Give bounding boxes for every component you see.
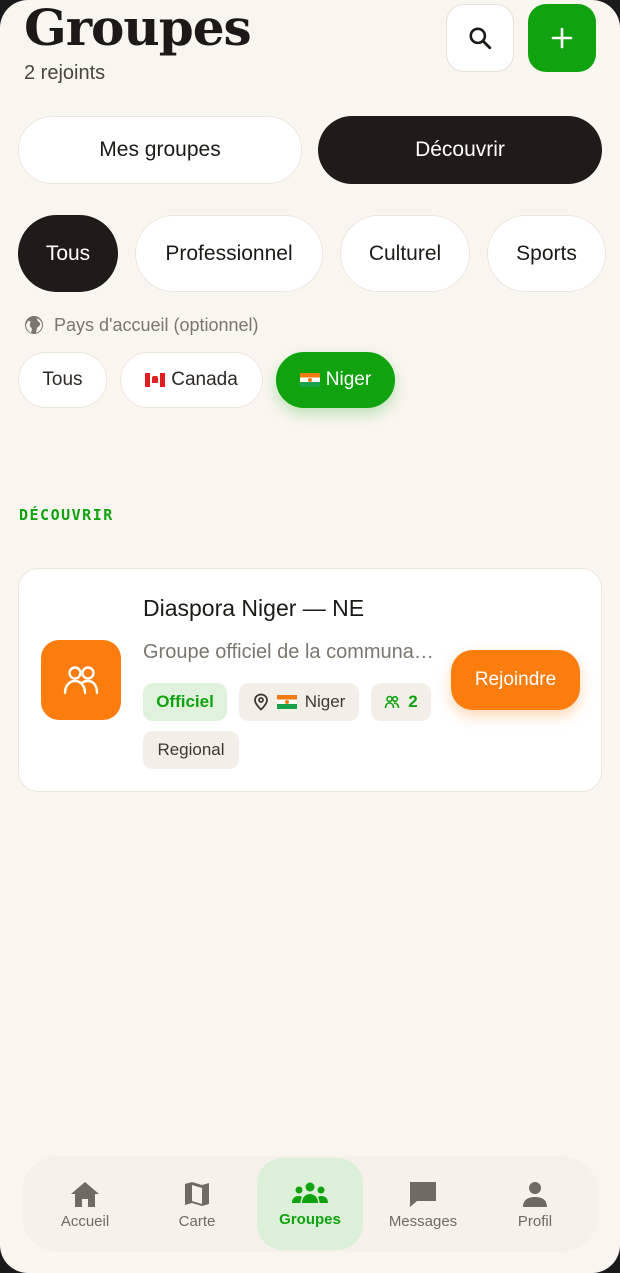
nav-label-messages: Messages — [388, 1212, 458, 1230]
nav-label-profile: Profil — [517, 1212, 553, 1230]
group-avatar — [41, 640, 121, 720]
category-chip-professional[interactable]: Professionnel — [135, 215, 323, 292]
category-chip-sports[interactable]: Sports — [487, 215, 606, 292]
country-filter-label: Pays d'accueil (optionnel) — [24, 313, 259, 337]
group-name: Diaspora Niger — NE — [143, 595, 365, 621]
home-icon — [71, 1181, 99, 1207]
joined-count: 2 rejoints — [24, 62, 106, 84]
section-heading: DÉCOUVRIR — [19, 506, 114, 524]
country-badge: Niger — [239, 683, 359, 721]
regional-badge-label: Regional — [157, 740, 225, 759]
globe-icon — [25, 316, 43, 334]
nav-item-profile[interactable]: Profil — [482, 1158, 588, 1250]
official-badge: Officiel — [143, 683, 227, 721]
nav-label-home: Accueil — [60, 1212, 110, 1230]
location-pin-icon — [253, 693, 268, 711]
country-chip-canada[interactable]: Canada — [120, 352, 263, 408]
category-chip-cultural[interactable]: Culturel — [340, 215, 470, 292]
search-button[interactable] — [446, 4, 514, 72]
person-icon — [523, 1181, 547, 1207]
country-chip-canada-label: Canada — [171, 369, 238, 390]
map-icon — [185, 1181, 209, 1206]
nav-item-groups[interactable]: Groupes — [257, 1158, 363, 1250]
niger-flag-icon — [299, 373, 320, 387]
groups-icon — [292, 1182, 328, 1203]
country-filter-label-text: Pays d'accueil (optionnel) — [54, 314, 259, 335]
search-icon — [469, 27, 492, 50]
member-count: 2 — [408, 692, 418, 711]
nav-item-messages[interactable]: Messages — [370, 1158, 476, 1250]
nav-label-map: Carte — [178, 1212, 216, 1230]
plus-icon — [551, 27, 573, 49]
country-badge-label: Niger — [304, 692, 346, 711]
country-chip-all[interactable]: Tous — [18, 352, 107, 408]
country-chip-niger-label: Niger — [325, 369, 372, 390]
member-count-badge: 2 — [371, 683, 431, 721]
app-screen: Groupes 2 rejoints Mes groupes Découvrir… — [0, 0, 620, 1273]
join-button[interactable]: Rejoindre — [451, 650, 580, 710]
users-icon — [384, 695, 400, 709]
regional-badge: Regional — [143, 731, 239, 769]
bottom-navigation: Accueil Carte Groupes Messages Profil — [22, 1156, 598, 1252]
category-chip-all[interactable]: Tous — [18, 215, 118, 292]
nav-item-home[interactable]: Accueil — [32, 1158, 138, 1250]
country-chip-all-label: Tous — [42, 369, 83, 390]
page-title: Groupes — [24, 0, 252, 57]
tab-my-groups[interactable]: Mes groupes — [18, 116, 302, 184]
group-description: Groupe officiel de la communauté — [143, 641, 439, 663]
canada-flag-icon — [145, 373, 166, 387]
users-icon — [63, 666, 99, 695]
nav-item-map[interactable]: Carte — [144, 1158, 250, 1250]
group-card[interactable]: Diaspora Niger — NE Groupe officiel de l… — [18, 568, 602, 792]
country-chip-niger[interactable]: Niger — [276, 352, 395, 408]
tab-discover[interactable]: Découvrir — [318, 116, 602, 184]
nav-label-groups: Groupes — [279, 1210, 341, 1228]
chat-bubble-icon — [410, 1181, 436, 1207]
add-group-button[interactable] — [528, 4, 596, 72]
niger-flag-icon — [276, 695, 297, 709]
official-badge-label: Officiel — [156, 692, 214, 711]
